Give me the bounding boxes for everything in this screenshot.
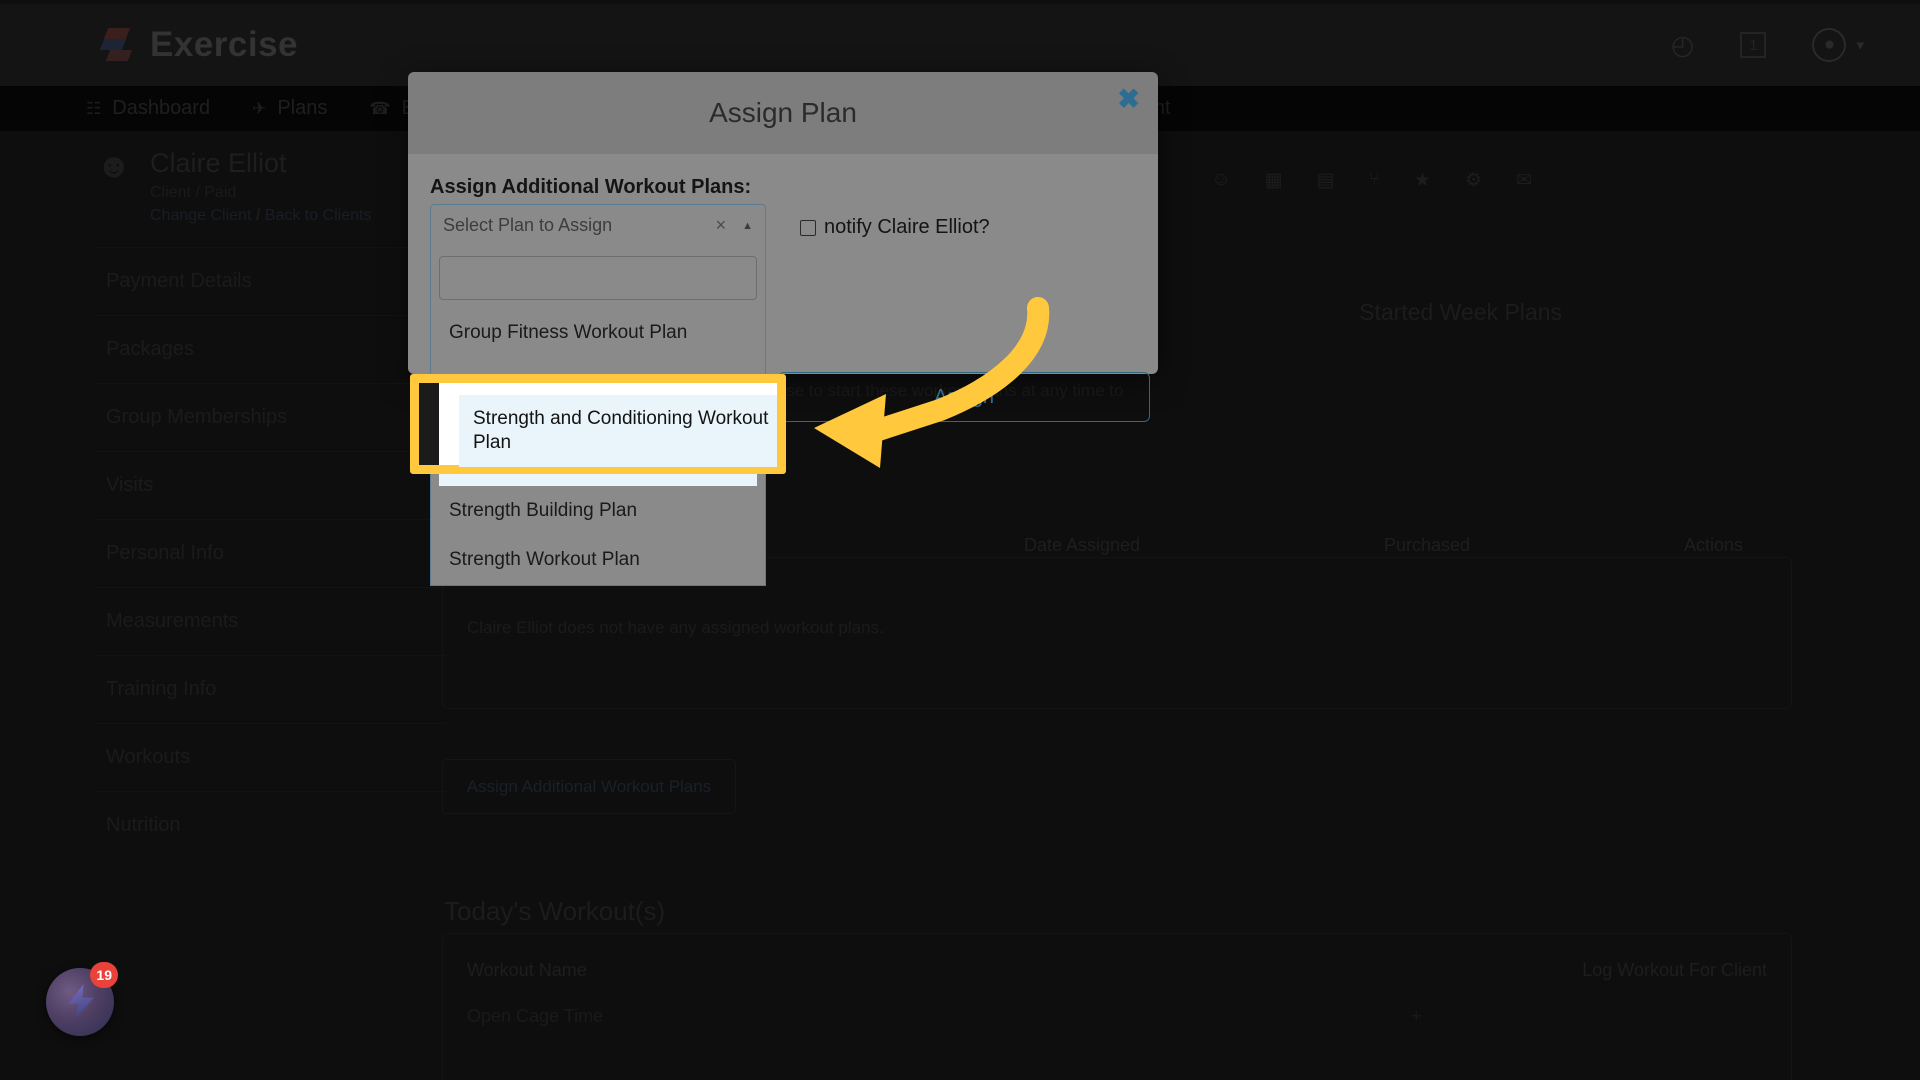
phone-icon: ☎ — [369, 98, 391, 118]
client-role: Client / Paid — [150, 183, 237, 201]
star-icon[interactable]: ★ — [1414, 169, 1431, 192]
zigzag-logo-icon — [99, 26, 134, 64]
empty-state-message: Claire Elliot does not have any assigned… — [467, 618, 884, 637]
user-avatar-icon: ● — [1812, 28, 1847, 62]
column-date-assigned: Date Assigned — [1024, 535, 1141, 555]
assistant-bubble-icon[interactable]: 19 — [46, 962, 118, 1036]
brand-name: Exercise — [150, 25, 299, 64]
column-actions: Actions — [1684, 535, 1744, 555]
client-links: Change Client / Back to Clients — [150, 207, 371, 225]
user-menu[interactable]: ● ▾ — [1812, 28, 1864, 62]
gear-icon[interactable]: ⚙ — [1465, 169, 1482, 192]
share-icon[interactable]: ⑂ — [1369, 169, 1380, 192]
sidebar-item-measurements[interactable]: Measurements — [96, 586, 446, 655]
client-header: ☻ Claire Elliot Client / Paid Change Cli… — [96, 147, 446, 225]
calendar-icon[interactable]: ▦ — [1265, 169, 1283, 192]
table-row: Open Cage Time — [467, 1006, 604, 1026]
sidebar-item-group-memberships[interactable]: Group Memberships — [96, 382, 446, 451]
top-bar-right: ◴ 1 ● ▾ — [1671, 28, 1864, 62]
column-workout-name: Workout Name — [467, 960, 587, 980]
plan-select-control[interactable]: Select Plan to Assign × ▲ — [430, 204, 766, 246]
clear-x-icon[interactable]: × — [716, 215, 727, 236]
link-separator: / — [255, 206, 261, 224]
chevron-up-icon: ▲ — [742, 219, 753, 232]
todays-workouts-title: Today's Workout(s) — [444, 896, 666, 926]
notify-checkbox-row[interactable]: notify Claire Elliot? — [800, 216, 990, 239]
app-root: Exercise ◴ 1 ● ▾ ☷ Dashboard ✈ Plans ☎ ☻… — [0, 0, 1920, 1080]
bird-icon: ✈ — [252, 98, 267, 118]
sidebar-list: Payment Details Packages Group Membershi… — [96, 246, 446, 859]
annotation-highlight-box: Strength and Conditioning Workout Plan — [410, 374, 786, 474]
sidebar-item-workouts[interactable]: Workouts — [96, 722, 446, 791]
client-name: Claire Elliot — [150, 148, 287, 178]
section-label: Assign Additional Workout Plans: — [430, 176, 752, 198]
list-icon: ☷ — [86, 98, 102, 118]
assign-additional-workout-plans-button[interactable]: Assign Additional Workout Plans — [442, 759, 736, 814]
sidebar-item-training-info[interactable]: Training Info — [96, 654, 446, 723]
log-workout-action[interactable]: + — [1411, 1006, 1422, 1027]
notification-badge: 19 — [90, 962, 118, 988]
annotation-option-label[interactable]: Strength and Conditioning Workout Plan — [473, 407, 773, 455]
brand[interactable]: Exercise — [99, 25, 299, 65]
calendar-icon[interactable]: 1 — [1740, 32, 1767, 58]
back-to-clients-link[interactable]: Back to Clients — [265, 207, 372, 224]
nav-item-plans[interactable]: ✈ Plans — [252, 97, 327, 120]
nav-label: Plans — [277, 97, 328, 119]
person-avatar-icon: ☻ — [96, 147, 132, 185]
notify-checkbox[interactable] — [800, 219, 816, 236]
sidebar-item-visits[interactable]: Visits — [96, 450, 446, 519]
person-icon[interactable]: ☺ — [1211, 169, 1230, 192]
nav-item-dashboard[interactable]: ☷ Dashboard — [86, 97, 210, 120]
nav-label: Dashboard — [112, 97, 211, 119]
document-icon[interactable]: ▤ — [1317, 169, 1335, 192]
plan-search-input[interactable] — [439, 256, 757, 300]
plan-select-placeholder: Select Plan to Assign — [443, 215, 613, 235]
change-client-link[interactable]: Change Client — [150, 207, 251, 224]
list-item[interactable]: Strength Building Plan — [439, 486, 757, 536]
client-toolbar: ☺ ▦ ▤ ⑂ ★ ⚙ ✉ — [1211, 169, 1532, 192]
sidebar-item-packages[interactable]: Packages — [96, 314, 446, 383]
column-log-workout: Log Workout For Client — [1582, 960, 1767, 980]
modal-header: Assign Plan ✖ — [408, 72, 1158, 154]
started-week-plans-title: Started Week Plans — [1359, 299, 1562, 325]
chevron-down-icon: ▾ — [1856, 37, 1864, 54]
curved-arrow-left-icon — [814, 297, 1050, 468]
sidebar-item-nutrition[interactable]: Nutrition — [96, 790, 446, 859]
list-item[interactable]: Group Fitness Workout Plan — [439, 308, 757, 358]
client-sidebar: ☻ Claire Elliot Client / Paid Change Cli… — [96, 147, 446, 859]
list-item[interactable]: Strength Workout Plan — [439, 535, 757, 585]
history-clock-icon[interactable]: ◴ — [1671, 31, 1695, 59]
annotation-highlight-inner: Strength and Conditioning Workout Plan — [439, 383, 777, 467]
modal-title: Assign Plan — [709, 97, 857, 128]
todays-workouts-table: Workout Name Log Workout For Client Open… — [442, 933, 1792, 1080]
close-icon[interactable]: ✖ — [1117, 84, 1140, 115]
column-purchased: Purchased — [1384, 535, 1471, 555]
sidebar-item-payment-details[interactable]: Payment Details — [96, 246, 446, 315]
mail-icon[interactable]: ✉ — [1516, 169, 1532, 192]
notify-checkbox-label: notify Claire Elliot? — [824, 216, 990, 238]
sidebar-item-personal-info[interactable]: Personal Info — [96, 518, 446, 587]
